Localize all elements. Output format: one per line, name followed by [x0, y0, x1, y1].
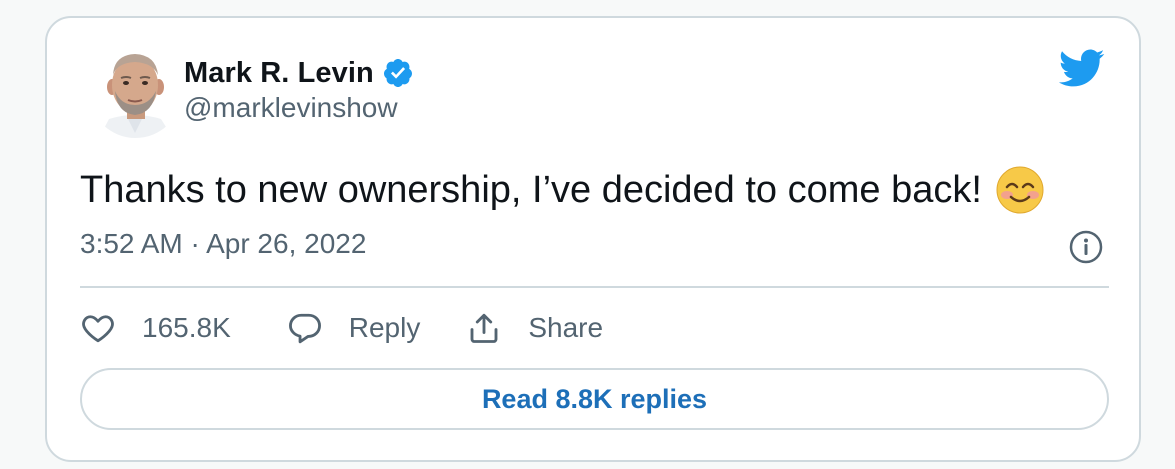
tweet-text-row: Thanks to new ownership, I’ve decided to… [80, 166, 1044, 214]
avatar[interactable] [89, 45, 182, 138]
reply-label: Reply [348, 312, 421, 343]
read-replies-label: Read 8.8K replies [481, 383, 708, 414]
read-replies-button[interactable]: Read 8.8K replies [80, 368, 1109, 430]
twitter-bird-icon[interactable] [1057, 48, 1105, 88]
reply-button[interactable]: Reply [287, 310, 421, 346]
tweet-timestamp[interactable]: 3:52 AM · Apr 26, 2022 [80, 228, 366, 260]
avatar-image [89, 45, 182, 138]
author-name-row[interactable]: Mark R. Levin [184, 53, 414, 93]
info-icon[interactable] [1069, 230, 1103, 264]
tweet-actions: 165.8K Reply Share [80, 308, 603, 348]
divider [80, 286, 1109, 288]
smiling-face-emoji-icon [996, 166, 1044, 214]
heart-icon [82, 315, 114, 343]
author-name[interactable]: Mark R. Levin [184, 57, 374, 90]
speech-bubble-icon [288, 313, 321, 344]
share-label: Share [528, 312, 604, 343]
verified-badge-icon [382, 57, 414, 89]
author-handle[interactable]: @marklevinshow [184, 92, 398, 124]
share-button[interactable]: Share [466, 310, 603, 346]
like-button[interactable]: 165.8K [80, 310, 231, 346]
tweet-text: Thanks to new ownership, I’ve decided to… [80, 168, 982, 211]
tweet-card: Mark R. Levin @marklevinshow Thanks to n… [45, 16, 1141, 462]
share-upload-icon [470, 313, 498, 343]
like-count: 165.8K [142, 312, 231, 343]
